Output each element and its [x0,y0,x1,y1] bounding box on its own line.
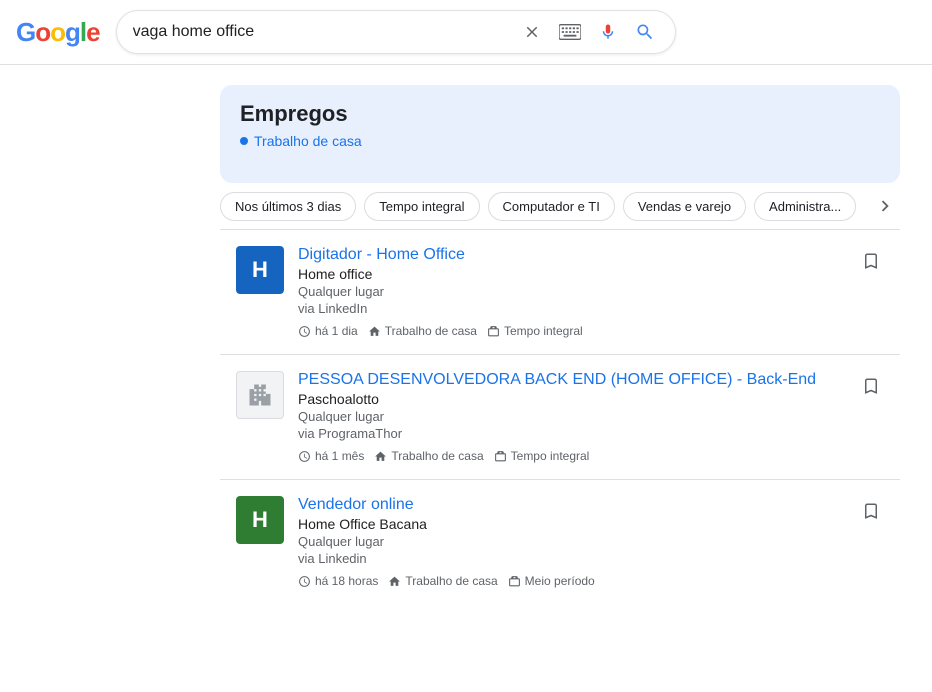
jobs-title: Empregos [240,101,880,127]
blue-dot-icon [240,137,248,145]
jobs-subtitle: Trabalho de casa [240,133,880,149]
job-contract-2: Tempo integral [494,449,590,463]
bookmark-icon-2 [862,375,880,397]
job-title-3: Vendedor online [298,496,836,514]
job-tags-2: há 1 mês Trabalho de casa Tempo integral [298,449,836,463]
close-icon [523,23,541,41]
job-location-3: Qualquer lugar [298,534,836,549]
chip-admin[interactable]: Administra... [754,192,856,221]
job-item-1[interactable]: H Digitador - Home Office Home office Qu… [220,230,900,355]
briefcase-icon-1 [487,325,500,338]
job-company-2: Paschoalotto [298,391,836,407]
search-input[interactable] [133,23,519,41]
job-info-3: Vendedor online Home Office Bacana Qualq… [298,496,836,588]
job-title-1: Digitador - Home Office [298,246,836,264]
job-tags-3: há 18 horas Trabalho de casa Meio períod… [298,574,836,588]
bookmark-button-3[interactable] [858,496,884,531]
job-contract-3: Meio período [508,574,595,588]
main-content: Empregos Trabalho de casa Nos últimos 3 … [0,65,932,624]
chips-container: Nos últimos 3 dias Tempo integral Comput… [220,192,870,221]
search-icon [635,22,655,42]
filter-chips-row: Nos últimos 3 dias Tempo integral Comput… [220,183,900,230]
chevron-right-icon [874,195,896,217]
job-info-2: PESSOA DESENVOLVEDORA BACK END (HOME OFF… [298,371,836,463]
job-via-2: via ProgramaThor [298,426,836,441]
job-info-1: Digitador - Home Office Home office Qual… [298,246,836,338]
header: Google [0,0,932,65]
job-logo-3: H [236,496,284,544]
job-time-2: há 1 mês [298,449,364,463]
chips-next-button[interactable] [870,191,900,221]
home-icon-2 [374,450,387,463]
job-item-2[interactable]: PESSOA DESENVOLVEDORA BACK END (HOME OFF… [220,355,900,480]
job-tags-1: há 1 dia Trabalho de casa Tempo integral [298,324,836,338]
clear-button[interactable] [519,19,545,45]
bookmark-button-1[interactable] [858,246,884,281]
microphone-icon [599,21,617,43]
job-logo-placeholder-2 [236,371,284,419]
google-logo: Google [16,17,100,48]
job-company-1: Home office [298,266,836,282]
jobs-list: H Digitador - Home Office Home office Qu… [220,230,900,604]
voice-search-button[interactable] [595,17,621,47]
home-icon-3 [388,575,401,588]
job-location-2: Qualquer lugar [298,409,836,424]
bookmark-button-2[interactable] [858,371,884,406]
briefcase-icon-3 [508,575,521,588]
bookmark-icon-3 [862,500,880,522]
job-location-1: Qualquer lugar [298,284,836,299]
search-bar [116,10,676,54]
chip-full-time[interactable]: Tempo integral [364,192,479,221]
keyboard-icon [559,24,581,40]
clock-icon-2 [298,450,311,463]
briefcase-icon-2 [494,450,507,463]
chip-last-3-days[interactable]: Nos últimos 3 dias [220,192,356,221]
jobs-subtitle-text: Trabalho de casa [254,133,362,149]
job-via-3: via Linkedin [298,551,836,566]
job-work-type-2: Trabalho de casa [374,449,483,463]
job-contract-1: Tempo integral [487,324,583,338]
job-time-3: há 18 horas [298,574,378,588]
jobs-card-header: Empregos Trabalho de casa [220,85,900,183]
keyboard-button[interactable] [555,20,585,44]
job-title-2: PESSOA DESENVOLVEDORA BACK END (HOME OFF… [298,371,836,389]
home-icon-1 [368,325,381,338]
search-button[interactable] [631,18,659,46]
job-via-1: via LinkedIn [298,301,836,316]
job-work-type-3: Trabalho de casa [388,574,497,588]
chip-sales-retail[interactable]: Vendas e varejo [623,192,746,221]
clock-icon-3 [298,575,311,588]
job-company-3: Home Office Bacana [298,516,836,532]
clock-icon-1 [298,325,311,338]
job-item-3[interactable]: H Vendedor online Home Office Bacana Qua… [220,480,900,604]
chip-computer-ti[interactable]: Computador e TI [488,192,615,221]
job-time-1: há 1 dia [298,324,358,338]
job-logo-1: H [236,246,284,294]
job-work-type-1: Trabalho de casa [368,324,477,338]
bookmark-icon-1 [862,250,880,272]
search-bar-icons [519,17,659,47]
building-icon-2 [246,381,274,409]
